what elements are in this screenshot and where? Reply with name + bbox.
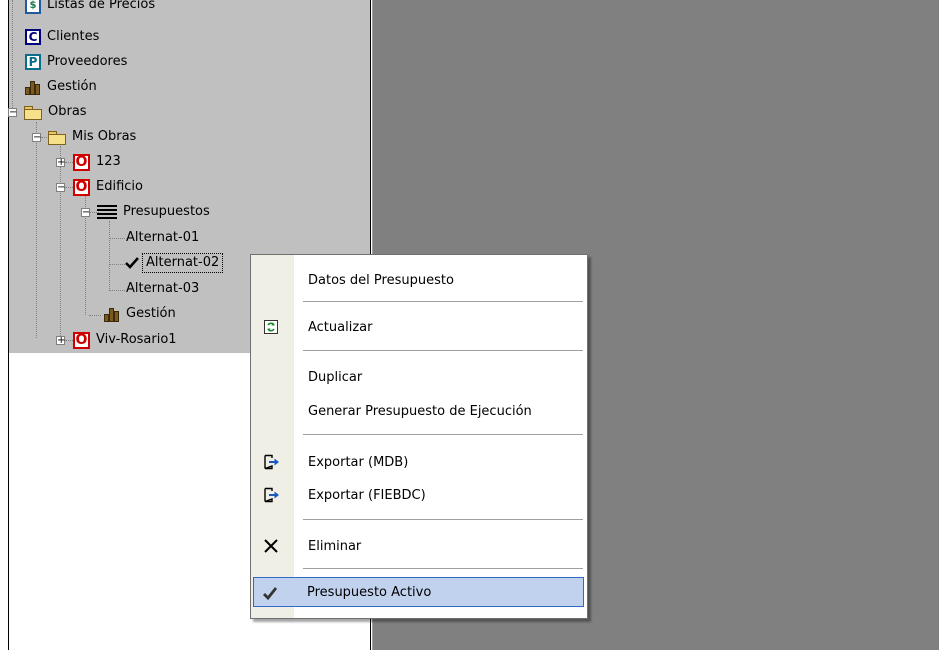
menu-item-label: Actualizar (308, 319, 373, 335)
tree-item-label: Viv-Rosario1 (96, 332, 177, 347)
tree-item-mis-obras[interactable]: Mis Obras (48, 126, 138, 148)
expand-viv-rosario1-button[interactable]: + (56, 336, 65, 346)
tree-line (109, 264, 125, 265)
expand-123-button[interactable]: + (56, 158, 65, 168)
tree-item-gestion[interactable]: Gestión (25, 76, 99, 98)
menu-item-duplicar[interactable]: Duplicar (253, 362, 584, 392)
menu-item-exportar-fiebdc[interactable]: Exportar (FIEBDC) (253, 480, 584, 510)
tree-item-label: Gestión (126, 306, 176, 321)
tree-item-label: 123 (96, 154, 121, 169)
menu-item-label: Duplicar (308, 369, 363, 385)
menu-separator (303, 519, 583, 521)
folder-icon (24, 105, 42, 120)
providers-icon: P (25, 54, 41, 70)
gestion-icon (104, 306, 120, 322)
menu-item-generar-presupuesto-de-ejecucion[interactable]: Generar Presupuesto de Ejecución (253, 396, 584, 426)
clients-icon: C (25, 29, 41, 45)
check-icon (262, 585, 278, 601)
menu-separator (303, 434, 583, 436)
collapse-presupuestos-button[interactable]: − (81, 208, 90, 218)
menu-separator (303, 301, 583, 303)
export-icon (263, 487, 279, 503)
tree-line (36, 122, 37, 338)
tree-item-alternat-02[interactable]: Alternat-02 (124, 252, 224, 274)
gestion-icon (25, 79, 41, 95)
close-icon (263, 538, 279, 554)
context-menu: Datos del Presupuesto Actualizar Duplica… (250, 254, 588, 619)
collapse-mis-obras-button[interactable]: − (32, 133, 41, 143)
tree-line (89, 315, 101, 316)
tree-item-label: Alternat-03 (126, 281, 200, 296)
tree-line (12, 0, 13, 110)
tree-item-label: Alternat-02 (142, 253, 224, 273)
collapse-edificio-button[interactable]: − (56, 183, 65, 193)
export-icon (263, 454, 279, 470)
tree-item-label: Clientes (47, 29, 100, 44)
tree-item-obras[interactable]: Obras (24, 101, 89, 123)
tree-item-listas-de-precios[interactable]: $ Listas de Precios (25, 0, 157, 18)
tree-item-edificio[interactable]: O Edificio (73, 176, 145, 198)
tree-item-label: Gestión (47, 79, 97, 94)
tree-item-presupuestos[interactable]: Presupuestos (97, 201, 212, 223)
tree-line (109, 238, 125, 239)
menu-item-datos-del-presupuesto[interactable]: Datos del Presupuesto (253, 265, 584, 295)
tree-item-label: Proveedores (47, 54, 128, 69)
tree-item-gestion-edificio[interactable]: Gestión (104, 303, 178, 325)
dollar-icon: $ (25, 0, 41, 14)
check-icon (124, 255, 140, 271)
tree-item-123[interactable]: O 123 (73, 151, 123, 173)
menu-item-exportar-mdb[interactable]: Exportar (MDB) (253, 447, 584, 477)
tree-item-label: Alternat-01 (126, 230, 200, 245)
collapse-obras-button[interactable]: − (8, 108, 17, 118)
tree-item-alternat-03[interactable]: Alternat-03 (124, 278, 201, 300)
tree-item-viv-rosario1[interactable]: O Viv-Rosario1 (73, 329, 179, 351)
tree-item-label: Obras (48, 104, 87, 119)
tree-item-clientes[interactable]: C Clientes (25, 26, 101, 48)
tree-item-label: Mis Obras (72, 129, 137, 144)
tree-line (60, 146, 61, 342)
menu-item-label: Generar Presupuesto de Ejecución (308, 403, 532, 419)
menu-icon-gutter (251, 255, 294, 618)
tree-line (109, 221, 110, 291)
tree-line (109, 290, 125, 291)
menu-item-actualizar[interactable]: Actualizar (253, 312, 584, 342)
obra-icon: O (73, 178, 90, 196)
tree-item-label: Presupuestos (123, 204, 210, 219)
tree-item-alternat-01[interactable]: Alternat-01 (124, 227, 201, 249)
menu-separator (303, 568, 583, 570)
menu-item-label: Eliminar (308, 538, 362, 554)
menu-item-presupuesto-activo[interactable]: Presupuesto Activo (253, 577, 584, 607)
menu-item-label: Presupuesto Activo (307, 584, 432, 600)
tree-item-label: Listas de Precios (47, 0, 156, 12)
menu-item-label: Datos del Presupuesto (308, 272, 454, 288)
obra-icon: O (73, 331, 90, 349)
refresh-icon (263, 319, 279, 335)
list-icon (97, 205, 117, 219)
tree-item-label: Edificio (96, 179, 143, 194)
menu-item-label: Exportar (MDB) (308, 454, 409, 470)
menu-item-label: Exportar (FIEBDC) (308, 487, 426, 503)
menu-item-eliminar[interactable]: Eliminar (253, 531, 584, 561)
obra-icon: O (73, 153, 90, 171)
tree-item-proveedores[interactable]: P Proveedores (25, 51, 129, 73)
folder-icon (48, 130, 66, 145)
menu-separator (303, 350, 583, 352)
